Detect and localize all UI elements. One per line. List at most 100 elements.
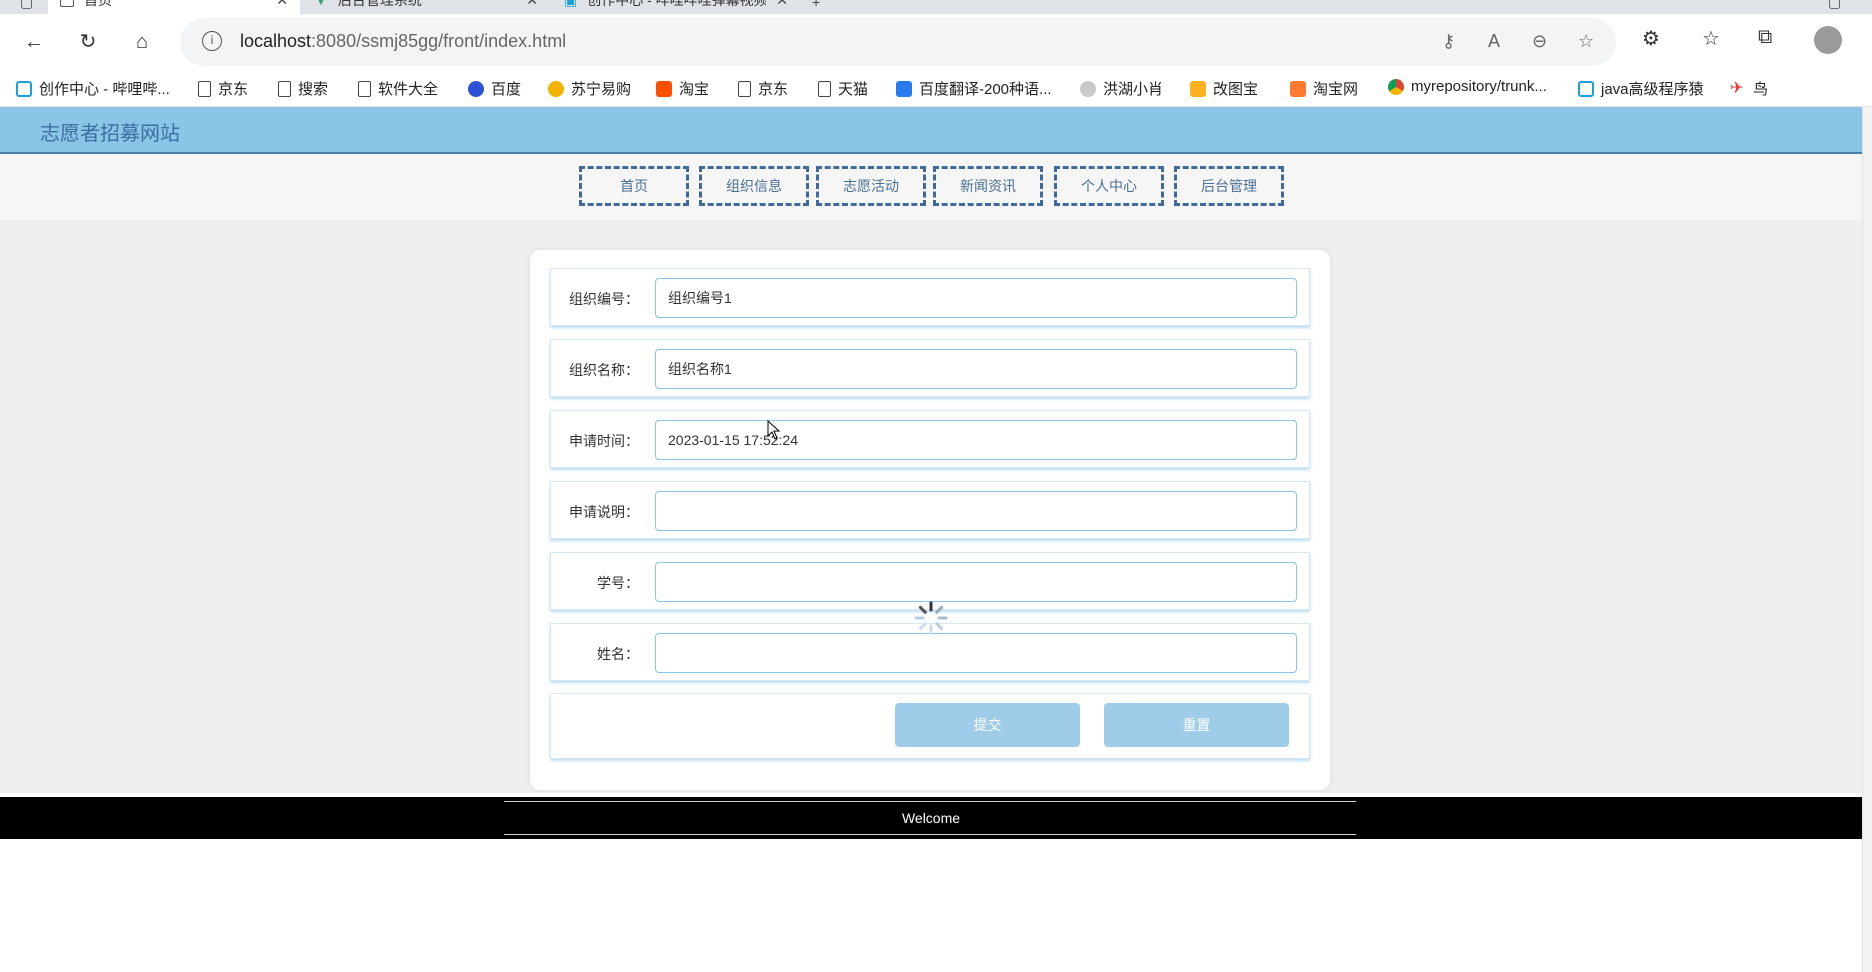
apply-time-field[interactable]: [655, 420, 1297, 460]
bookmark-item[interactable]: 改图宝: [1190, 78, 1258, 99]
content-area: 组织编号： 组织名称： 申请时间： 申请说明： 学号： 姓名：: [0, 220, 1862, 793]
site-footer: Welcome: [0, 797, 1862, 839]
bookmark-item[interactable]: 京东: [198, 78, 248, 99]
taobao-icon: [1290, 80, 1306, 97]
apply-description-field[interactable]: [655, 491, 1297, 531]
vue-icon: ▼: [314, 0, 328, 8]
form-row-apply-desc: 申请说明：: [550, 481, 1310, 539]
document-icon: [278, 80, 291, 97]
new-tab-icon[interactable]: +: [812, 0, 820, 10]
bookmark-item[interactable]: 淘宝: [656, 78, 709, 99]
page-icon: [60, 0, 74, 7]
bilibili-icon: ▣: [564, 0, 577, 9]
footer-text: Welcome: [901, 810, 961, 826]
field-label: 姓名：: [597, 646, 639, 662]
favorites-icon[interactable]: ☆: [1702, 26, 1720, 51]
baidu-translate-icon: [896, 80, 912, 97]
tab-admin[interactable]: ▼ 后台管理系统 ✕: [302, 0, 550, 14]
tab-strip: ▢ 首页 ✕ ▼ 后台管理系统 ✕ ▣ 创作中心 - 哔哩哔哩弹幕视频网 ✕ +…: [0, 0, 1872, 14]
form-card: 组织编号： 组织名称： 申请时间： 申请说明： 学号： 姓名：: [530, 250, 1330, 790]
org-id-field[interactable]: [655, 278, 1297, 318]
form-actions: 提交 重置: [550, 693, 1310, 759]
home-icon[interactable]: ⌂: [128, 28, 156, 56]
org-name-field[interactable]: [655, 349, 1297, 389]
tab-title: 创作中心 - 哔哩哔哩弹幕视频网: [587, 0, 767, 8]
key-icon[interactable]: ⚷: [1442, 31, 1455, 52]
nav-admin[interactable]: 后台管理: [1174, 166, 1284, 206]
nav-personal-center[interactable]: 个人中心: [1054, 166, 1164, 206]
nav-news[interactable]: 新闻资讯: [933, 166, 1043, 206]
tab-title: 后台管理系统: [337, 0, 422, 8]
document-icon: [818, 80, 831, 97]
bookmark-item[interactable]: 淘宝网: [1290, 78, 1358, 99]
collections-icon[interactable]: ⧉: [1758, 26, 1772, 49]
student-id-field[interactable]: [655, 562, 1297, 602]
bookmark-item[interactable]: 搜索: [278, 78, 328, 99]
extensions-icon[interactable]: ⚙: [1642, 26, 1660, 51]
bookmark-item[interactable]: 百度翻译-200种语...: [896, 78, 1052, 99]
page-scrollbar[interactable]: [1862, 107, 1872, 972]
reset-button[interactable]: 重置: [1104, 703, 1289, 747]
taobao-icon: [656, 80, 672, 97]
close-icon[interactable]: ✕: [776, 0, 788, 9]
submit-button[interactable]: 提交: [895, 703, 1080, 747]
nav-organization[interactable]: 组织信息: [699, 166, 809, 206]
main-nav: 首页 组织信息 志愿活动 新闻资讯 个人中心 后台管理: [0, 154, 1862, 220]
gaitubao-icon: [1190, 80, 1206, 97]
close-icon[interactable]: ✕: [526, 0, 538, 9]
document-icon: [198, 80, 211, 97]
chrome-icon: [1388, 78, 1404, 95]
suning-icon: [548, 80, 564, 97]
form-row-org-id: 组织编号：: [550, 268, 1310, 326]
profile-avatar[interactable]: [1814, 26, 1842, 54]
bird-icon: [1080, 80, 1096, 97]
bookmark-item[interactable]: myrepository/trunk...: [1388, 78, 1547, 95]
tab-actions-icon[interactable]: ▢: [20, 0, 33, 11]
bookmark-item[interactable]: 百度: [468, 78, 521, 99]
form-row-org-name: 组织名称：: [550, 339, 1310, 397]
read-aloud-icon[interactable]: A: [1488, 31, 1500, 52]
tab-title: 首页: [84, 0, 112, 8]
site-header: 志愿者招募网站: [0, 107, 1862, 154]
form-row-apply-time: 申请时间：: [550, 410, 1310, 468]
loading-spinner-icon: [914, 601, 948, 635]
restore-window-icon[interactable]: ▢: [1828, 0, 1841, 11]
tab-home[interactable]: 首页 ✕: [48, 0, 300, 14]
footer-divider: [504, 834, 1356, 835]
site-info-icon[interactable]: i: [202, 31, 222, 51]
page-viewport: 志愿者招募网站 首页 组织信息 志愿活动 新闻资讯 个人中心 后台管理 组织编号…: [0, 107, 1862, 972]
url-text[interactable]: localhost:8080/ssmj85gg/front/index.html: [240, 31, 566, 52]
bookmark-item[interactable]: 天猫: [818, 78, 868, 99]
add-favorite-icon[interactable]: ☆: [1578, 31, 1594, 52]
document-icon: [738, 80, 751, 97]
reload-icon[interactable]: ↻: [74, 28, 102, 56]
bilibili-icon: [16, 80, 32, 97]
site-title[interactable]: 志愿者招募网站: [40, 117, 180, 146]
bookmark-item[interactable]: 创作中心 - 哔哩哔...: [16, 78, 170, 99]
field-label: 申请时间：: [569, 433, 639, 449]
bookmark-item[interactable]: ✈ 鸟: [1730, 78, 1768, 99]
bookmarks-bar: 创作中心 - 哔哩哔... 京东 搜索 软件大全 百度 苏宁易购 淘宝 京东 天…: [0, 70, 1872, 107]
back-icon[interactable]: ←: [20, 28, 48, 56]
name-field[interactable]: [655, 633, 1297, 673]
bookmark-item[interactable]: 京东: [738, 78, 788, 99]
bookmark-item[interactable]: 软件大全: [358, 78, 438, 99]
bookmark-item[interactable]: 洪湖小肖: [1080, 78, 1163, 99]
url-bar[interactable]: i localhost:8080/ssmj85gg/front/index.ht…: [180, 18, 1616, 66]
bird-icon: ✈: [1730, 79, 1744, 97]
close-icon[interactable]: ✕: [276, 0, 288, 9]
address-row: ← ↻ ⌂ i localhost:8080/ssmj85gg/front/in…: [0, 14, 1872, 70]
bookmark-item[interactable]: 苏宁易购: [548, 78, 631, 99]
field-label: 组织名称：: [569, 362, 639, 378]
nav-activities[interactable]: 志愿活动: [816, 166, 926, 206]
nav-home[interactable]: 首页: [579, 166, 689, 206]
tab-bilibili[interactable]: ▣ 创作中心 - 哔哩哔哩弹幕视频网 ✕: [552, 0, 800, 14]
zoom-out-icon[interactable]: ⊖: [1532, 31, 1547, 52]
field-label: 组织编号：: [569, 291, 639, 307]
bilibili-icon: [1578, 80, 1594, 97]
field-label: 申请说明：: [569, 504, 639, 520]
field-label: 学号：: [597, 575, 639, 591]
bookmark-item[interactable]: java高级程序猿: [1578, 78, 1704, 99]
mouse-cursor-icon: [767, 420, 781, 440]
baidu-icon: [468, 80, 484, 97]
